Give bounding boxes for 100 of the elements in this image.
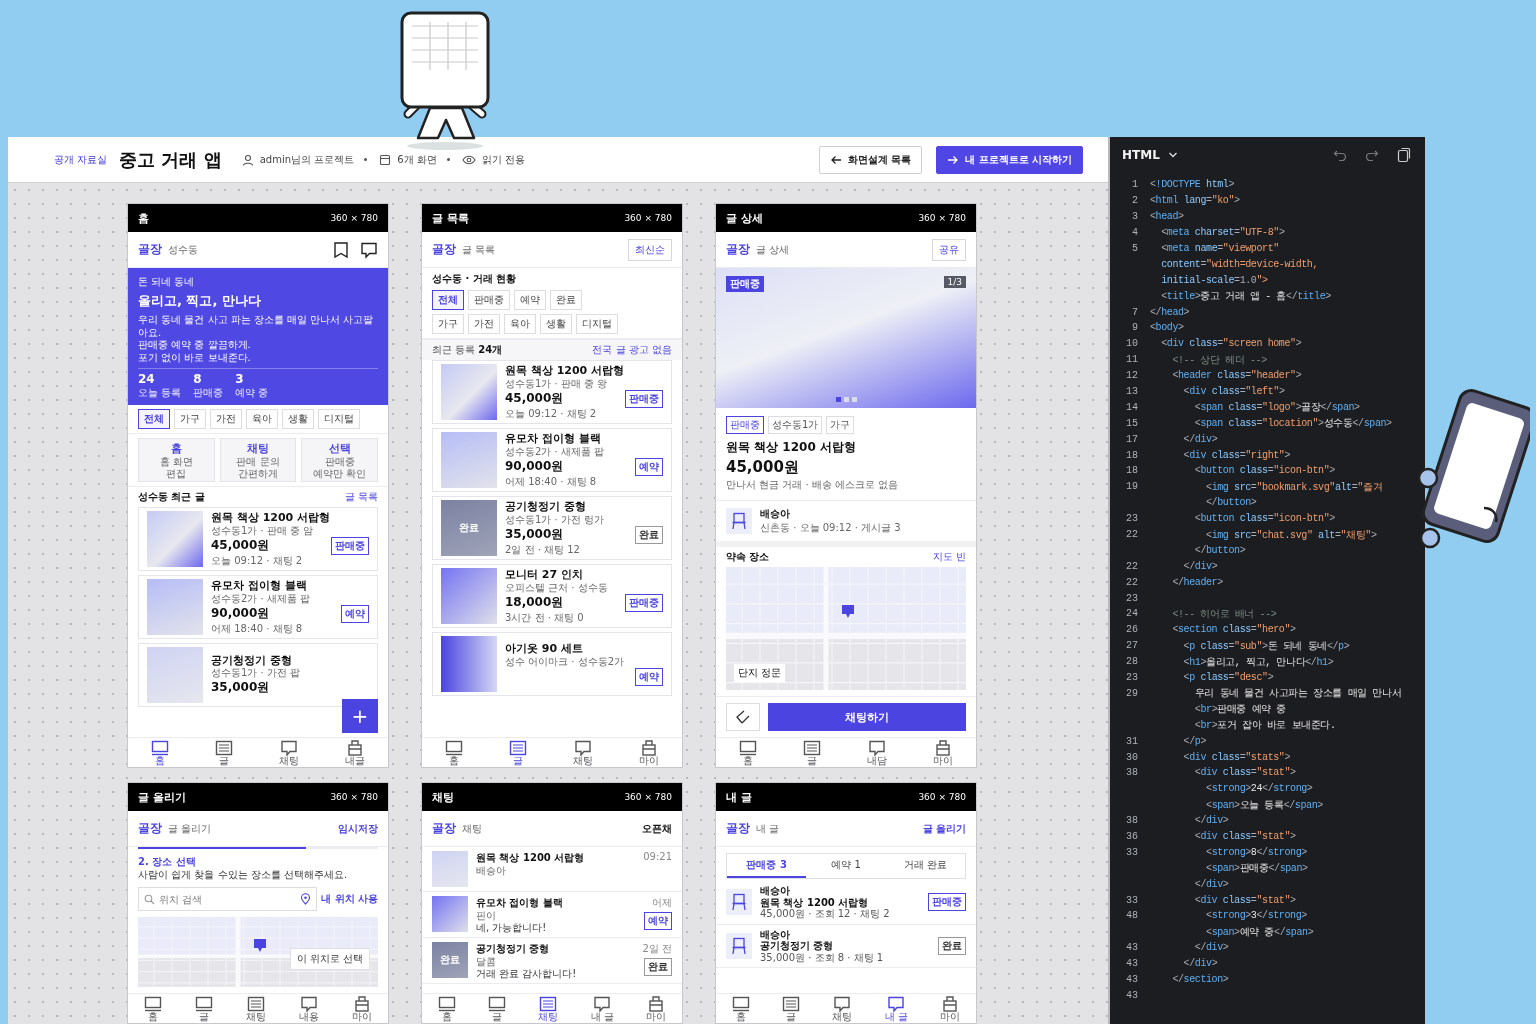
chat-icon[interactable] <box>360 240 378 259</box>
nav-tab[interactable]: 글 <box>799 739 825 766</box>
post-item[interactable]: 배승아 공기청정기 중형 35,000원 · 조회 8 · 채팅 1 완료 <box>716 924 976 968</box>
back-button[interactable]: 화면설계 목록 <box>818 145 923 174</box>
listing-card[interactable]: 공기청정기 중형 성수동1가 · 가전 팝 35,000원 <box>138 643 378 707</box>
section-link[interactable]: 전국 글 광고 없음 <box>592 343 672 357</box>
window-icon <box>379 153 392 166</box>
undo-icon[interactable] <box>1333 148 1347 162</box>
nav-tab[interactable]: 내용 <box>294 995 323 1022</box>
nav-label: 내 글 <box>590 1011 614 1022</box>
line-number: 43 <box>1125 973 1138 985</box>
bookmark-icon[interactable] <box>332 240 350 259</box>
nav-label: 채팅 <box>538 1011 559 1022</box>
language-dropdown[interactable]: HTML <box>1122 148 1178 162</box>
nav-tab[interactable]: 글 <box>191 995 218 1022</box>
nav-tab[interactable]: 홈 <box>441 739 467 766</box>
nav-tab[interactable]: 채팅 <box>275 739 303 766</box>
nav-tab[interactable]: 홈 <box>434 995 461 1022</box>
chat-item[interactable]: 유모차 접이형 블랙 핀이 네, 가능합니다! 어제 예약 <box>422 892 682 938</box>
thumbnail-label: 완료 <box>440 953 460 967</box>
share-button[interactable] <box>726 703 760 731</box>
nav-tab[interactable]: 글 <box>484 995 511 1022</box>
nav-tab[interactable]: 마이 <box>929 739 957 766</box>
chat-item[interactable]: 완료 공기청정기 중형 달콤 거래 완료 감사합니다! 2일 전 완료 <box>422 938 682 984</box>
nav-tab[interactable]: 글 <box>505 739 531 766</box>
nav-tab[interactable]: 내 글 <box>586 995 618 1022</box>
copy-icon[interactable] <box>1397 147 1411 163</box>
filter-chip[interactable]: 가구 <box>432 314 464 334</box>
listing-card[interactable]: 완료 공기청정기 중형 성수동1가 · 가전 렁가 35,000원 완료 2일 전 · 채팅 12 <box>432 496 672 560</box>
filter-chip[interactable]: 가전 <box>210 409 242 429</box>
nav-tab[interactable]: 내글 <box>341 739 369 766</box>
code-line: </div> <box>1193 942 1229 954</box>
header-button[interactable]: 최신순 <box>628 238 672 261</box>
header-action[interactable]: 오픈채 <box>642 821 672 836</box>
redo-icon[interactable] <box>1365 148 1379 162</box>
filter-chip[interactable]: 전체 <box>432 290 464 310</box>
listing-card[interactable]: 원목 책상 1200 서랍형 성수동1가 · 판매 중 암 45,000원 판매중 오늘 09:12 · 채팅 2 <box>138 507 378 571</box>
filter-chip[interactable]: 생활 <box>282 409 314 429</box>
listing-card[interactable]: 원목 책상 1200 서랍형 성수동1가 · 판매 중 왕 45,000원 판매중 오늘 09:12 · 채팅 2 <box>432 360 672 424</box>
search-field[interactable]: 위치 검색 <box>138 887 318 911</box>
filter-chip[interactable]: 디지털 <box>318 409 360 429</box>
nav-tab[interactable]: 채팅 <box>569 739 597 766</box>
listing-card[interactable]: 유모차 접이형 블랙 성수동2가 · 새제품 팝 90,000원 예약 어제 18:40 · 채팅 8 <box>432 428 672 492</box>
section-link[interactable]: 글 목록 <box>344 490 378 504</box>
shortcut-card[interactable]: 채팅 판매 문의 간편하게 <box>219 438 297 482</box>
use-location-link[interactable]: 내 위치 사용 <box>321 892 378 906</box>
code-line: <!-- 히어로 배너 --> <box>1171 608 1277 621</box>
filter-chip[interactable]: 디지털 <box>576 314 618 334</box>
nav-tab[interactable]: 채팅 <box>828 995 857 1022</box>
eye-icon <box>461 153 476 166</box>
thumbnail-label: 완료 <box>459 521 479 535</box>
nav-tab[interactable]: 채팅 <box>534 995 563 1022</box>
line-number: 5 <box>1131 243 1138 254</box>
add-button[interactable]: + <box>342 699 378 733</box>
listing-location: 성수동1가 · 가전 팝 <box>211 667 301 680</box>
post-item[interactable]: 배승아 원목 책상 1200 서랍형 45,000원 · 조회 12 · 채팅 2 판매중 <box>716 881 976 925</box>
bag-icon <box>647 995 664 1012</box>
breadcrumb-link[interactable]: 공개 자료실 <box>54 152 108 167</box>
line-number: 13 <box>1125 386 1138 397</box>
filter-chip[interactable]: 완료 <box>550 290 582 310</box>
filter-chip[interactable]: 가전 <box>468 314 500 334</box>
filter-chip[interactable]: 가구 <box>174 409 206 429</box>
nav-tab[interactable]: 채팅 <box>242 995 270 1022</box>
chat-button[interactable]: 채팅하기 <box>768 703 966 731</box>
monitor-icon <box>438 995 457 1012</box>
nav-tab[interactable]: 홈 <box>735 739 761 766</box>
nav-tab[interactable]: 홈 <box>728 995 755 1022</box>
image-counter: 1/3 <box>943 276 966 288</box>
nav-tab[interactable]: 글 <box>211 739 237 766</box>
start-project-button[interactable]: 내 프로젝트로 시작하기 <box>936 145 1083 174</box>
nav-tab[interactable]: 홈 <box>140 995 167 1022</box>
header-link[interactable]: 임시저장 <box>338 821 378 836</box>
line-number: 28 <box>1125 656 1138 668</box>
header-button[interactable]: 공유 <box>932 238 966 261</box>
nav-tab[interactable]: 마이 <box>935 995 964 1022</box>
header-link[interactable]: 글 올리기 <box>922 821 966 836</box>
code-line: </section> <box>1171 973 1229 985</box>
listing-card[interactable]: 아기옷 90 세트 성수 어이마크 · 성수동2가 예약 <box>432 632 672 696</box>
nav-tab[interactable]: 마이 <box>347 995 376 1022</box>
nav-tab[interactable]: 내담 <box>863 739 891 766</box>
shortcut-card[interactable]: 선택 판매중 예약만 확인 <box>301 438 378 482</box>
nav-tab[interactable]: 마이 <box>641 995 670 1022</box>
nav-tab[interactable]: 마이 <box>635 739 663 766</box>
filter-chip[interactable]: 육아 <box>246 409 278 429</box>
nav-tab[interactable]: 홈 <box>147 739 173 766</box>
filter-chip[interactable]: 육아 <box>504 314 536 334</box>
filter-chip[interactable]: 예약 <box>514 290 546 310</box>
section-link[interactable]: 지도 빈 <box>932 550 966 564</box>
chat-item[interactable]: 원목 책상 1200 서랍형 배승아 09:21 <box>422 847 682 892</box>
project-meta: 읽기 전용 <box>481 152 525 167</box>
nav-tab[interactable]: 내 글 <box>880 995 912 1022</box>
shortcut-card[interactable]: 홈 홈 화면 편집 <box>138 438 215 482</box>
filter-chip[interactable]: 판매중 <box>468 290 510 310</box>
line-number: 43 <box>1125 989 1138 1001</box>
listing-card[interactable]: 유모차 접이형 블랙 성수동2가 · 새제품 팝 90,000원 예약 어제 18:40 · 채팅 8 <box>138 575 378 639</box>
code-line: <strong>24</strong> <box>1205 783 1313 795</box>
filter-chip[interactable]: 전체 <box>138 409 170 429</box>
listing-card[interactable]: 모니터 27 인치 오피스텔 근처 · 성수동 18,000원 판매중 3시간 전 · 채팅 0 <box>432 564 672 628</box>
nav-tab[interactable]: 글 <box>778 995 805 1022</box>
filter-chip[interactable]: 생활 <box>540 314 572 334</box>
